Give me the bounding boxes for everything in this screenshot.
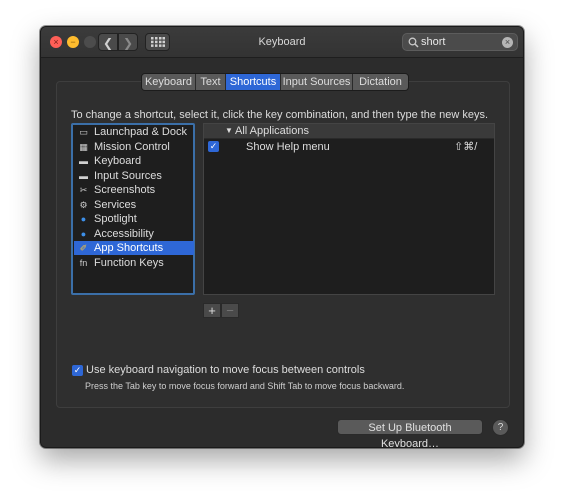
- keyboard-navigation-note: Press the Tab key to move focus forward …: [85, 381, 405, 391]
- disclosure-triangle-icon[interactable]: ▼: [225, 124, 233, 138]
- tab-bar: Keyboard Text Shortcuts Input Sources Di…: [141, 73, 409, 91]
- sidebar-item-label: Mission Control: [94, 140, 170, 153]
- keyboard-preferences-window: Keyboard × − ❮ ❯ × Keyboard Te: [40, 26, 524, 448]
- services-gear-icon: ⚙: [79, 199, 88, 210]
- keyboard-navigation-checkbox[interactable]: ✓: [72, 365, 83, 376]
- titlebar: Keyboard × − ❮ ❯ ×: [41, 27, 523, 58]
- sidebar-item-launchpad-dock[interactable]: ▭ Launchpad & Dock: [74, 125, 194, 139]
- tab-dictation[interactable]: Dictation: [353, 74, 408, 90]
- mission-control-icon: ▦: [79, 141, 88, 152]
- close-window-button[interactable]: ×: [50, 36, 62, 48]
- sidebar-item-accessibility[interactable]: ● Accessibility: [74, 227, 194, 241]
- keyboard-navigation-label[interactable]: Use keyboard navigation to move focus be…: [86, 364, 365, 376]
- forward-button[interactable]: ❯: [118, 33, 138, 51]
- shortcut-name: Show Help menu: [246, 141, 330, 153]
- sidebar-item-label: Spotlight: [94, 213, 137, 225]
- app-shortcuts-table[interactable]: ▼ All Applications ✓ Show Help menu ⇧⌘/: [203, 123, 495, 295]
- sidebar-item-mission-control[interactable]: ▦ Mission Control: [74, 140, 194, 154]
- sidebar-item-screenshots[interactable]: ✂ Screenshots: [74, 183, 194, 197]
- add-shortcut-button[interactable]: +: [203, 303, 221, 318]
- keyboard-icon: ▬: [79, 156, 88, 166]
- sidebar-item-label: Function Keys: [94, 256, 164, 269]
- shortcut-categories-list[interactable]: ▭ Launchpad & Dock ▦ Mission Control ▬ K…: [71, 123, 195, 295]
- sidebar-item-label: Keyboard: [94, 155, 142, 167]
- minimize-window-button[interactable]: −: [67, 36, 79, 48]
- sidebar-item-label: Services: [94, 198, 137, 211]
- screenshots-icon: ✂: [79, 185, 88, 195]
- app-shortcuts-icon: ✐: [79, 243, 88, 253]
- tab-input-sources[interactable]: Input Sources: [281, 74, 353, 90]
- tab-keyboard[interactable]: Keyboard: [142, 74, 196, 90]
- sidebar-item-label: Screenshots: [94, 184, 156, 196]
- search-input[interactable]: [421, 35, 499, 49]
- instruction-text: To change a shortcut, select it, click t…: [71, 109, 489, 121]
- back-button[interactable]: ❮: [98, 33, 118, 51]
- search-icon: [408, 37, 419, 48]
- launchpad-icon: ▭: [79, 127, 88, 137]
- setup-bluetooth-keyboard-button[interactable]: Set Up Bluetooth Keyboard…: [337, 419, 483, 447]
- sidebar-item-label: Launchpad & Dock: [94, 126, 187, 138]
- fn-icon: fn: [79, 257, 88, 268]
- sidebar-item-keyboard[interactable]: ▬ Keyboard: [74, 154, 194, 168]
- group-label: All Applications: [235, 125, 309, 137]
- chevron-right-icon: ❯: [122, 36, 134, 50]
- spotlight-icon: ●: [80, 214, 87, 224]
- sidebar-item-label: Input Sources: [94, 169, 162, 182]
- group-row-all-applications[interactable]: ▼ All Applications: [204, 124, 494, 139]
- show-all-button[interactable]: [145, 33, 170, 51]
- zoom-window-button[interactable]: [84, 36, 96, 48]
- help-button[interactable]: ?: [492, 419, 509, 436]
- minimize-icon: −: [70, 37, 76, 47]
- sidebar-item-label: Accessibility: [94, 227, 154, 240]
- shortcut-keys[interactable]: ⇧⌘/: [454, 139, 477, 155]
- search-field[interactable]: ×: [402, 33, 518, 51]
- sidebar-item-label: App Shortcuts: [94, 242, 164, 254]
- sidebar-item-app-shortcuts[interactable]: ✐ App Shortcuts: [74, 241, 194, 255]
- grid-icon: [151, 37, 165, 47]
- input-sources-icon: ▬: [79, 170, 88, 181]
- shortcut-enabled-checkbox[interactable]: ✓: [208, 141, 219, 152]
- clear-search-icon[interactable]: ×: [502, 37, 513, 48]
- chevron-left-icon: ❮: [102, 36, 114, 50]
- close-icon: ×: [53, 37, 59, 47]
- sidebar-item-spotlight[interactable]: ● Spotlight: [74, 212, 194, 226]
- table-row[interactable]: ✓ Show Help menu ⇧⌘/: [204, 139, 494, 155]
- tab-shortcuts[interactable]: Shortcuts: [226, 74, 281, 90]
- remove-shortcut-button[interactable]: −: [221, 303, 239, 318]
- sidebar-item-services[interactable]: ⚙ Services: [74, 198, 194, 212]
- sidebar-item-input-sources[interactable]: ▬ Input Sources: [74, 169, 194, 183]
- accessibility-icon: ●: [80, 228, 87, 239]
- sidebar-item-function-keys[interactable]: fn Function Keys: [74, 256, 194, 270]
- tab-text[interactable]: Text: [196, 74, 226, 90]
